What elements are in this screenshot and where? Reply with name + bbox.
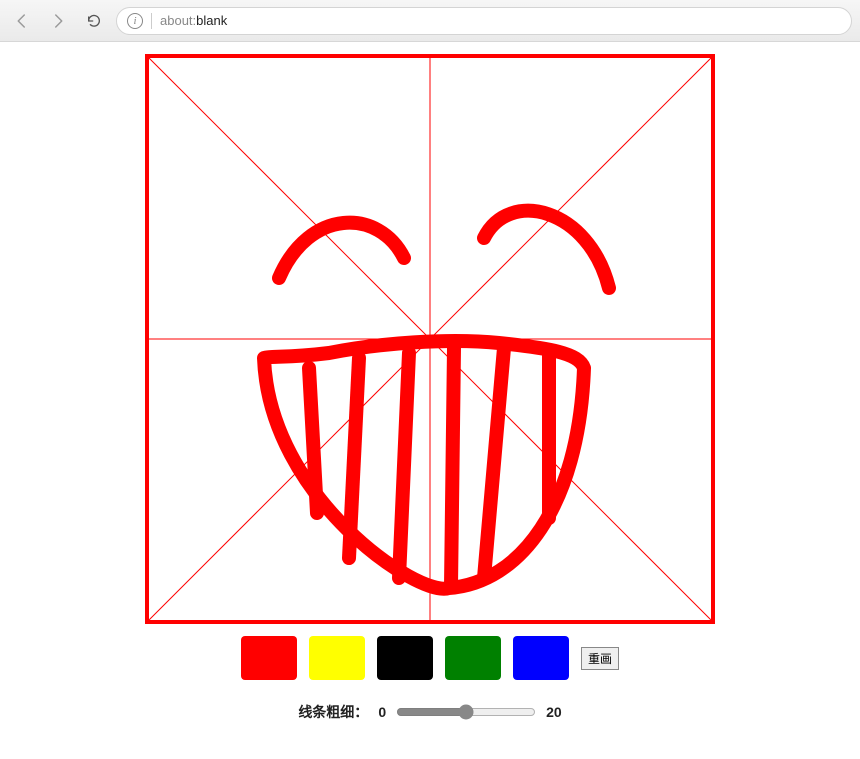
redraw-button[interactable]: 重画 bbox=[581, 647, 619, 670]
canvas-drawing bbox=[149, 58, 711, 620]
info-icon: i bbox=[127, 13, 143, 29]
drawing-canvas[interactable] bbox=[145, 54, 715, 624]
line-width-control: 线条粗细： 0 20 bbox=[145, 702, 715, 722]
color-swatch-green[interactable] bbox=[445, 636, 501, 680]
address-bar[interactable]: i about:blank bbox=[116, 7, 852, 35]
address-separator bbox=[151, 13, 152, 29]
back-button[interactable] bbox=[8, 7, 36, 35]
color-swatch-red[interactable] bbox=[241, 636, 297, 680]
color-swatch-blue[interactable] bbox=[513, 636, 569, 680]
line-width-label: 线条粗细： bbox=[298, 702, 368, 722]
color-swatch-black[interactable] bbox=[377, 636, 433, 680]
reload-button[interactable] bbox=[80, 7, 108, 35]
forward-button[interactable] bbox=[44, 7, 72, 35]
line-width-max: 20 bbox=[546, 704, 562, 720]
controls-row: 重画 bbox=[145, 636, 715, 680]
browser-toolbar: i about:blank bbox=[0, 0, 860, 42]
color-swatch-yellow[interactable] bbox=[309, 636, 365, 680]
page-content: 重画 线条粗细： 0 20 bbox=[0, 42, 860, 722]
url-text: about:blank bbox=[160, 13, 227, 28]
line-width-min: 0 bbox=[378, 704, 386, 720]
line-width-slider[interactable] bbox=[396, 704, 536, 720]
